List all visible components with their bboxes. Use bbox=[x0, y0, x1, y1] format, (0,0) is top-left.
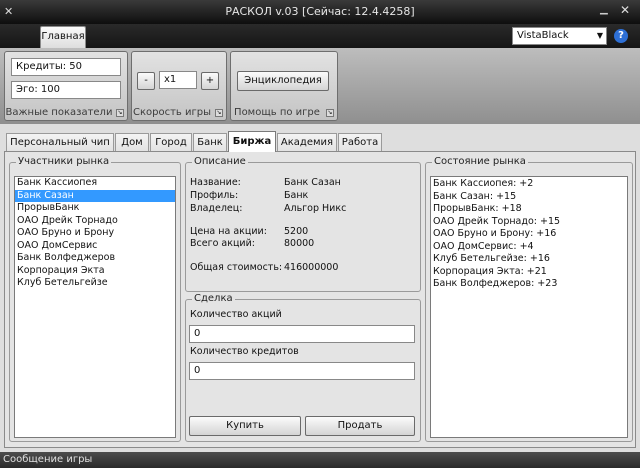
ego-field: Эго: 100 bbox=[11, 81, 121, 99]
total-cost-label: Общая стоимость: bbox=[190, 262, 283, 273]
list-item[interactable]: ОАО Бруно и Брону bbox=[15, 227, 175, 240]
ribbon-tab-main[interactable]: Главная bbox=[40, 26, 86, 48]
list-item: Банк Сазан: +15 bbox=[433, 190, 517, 202]
list-item: ОАО Бруно и Брону: +16 bbox=[433, 228, 557, 239]
tab-exchange[interactable]: Биржа bbox=[228, 131, 276, 152]
theme-select-value: VistaBlack bbox=[517, 30, 569, 41]
market-state-list: Банк Кассиопея: +2 Банк Сазан: +15 ПрорывБ… bbox=[430, 176, 628, 438]
share-price-value: 5200 bbox=[284, 226, 309, 237]
group-label: Помощь по игре bbox=[234, 107, 320, 118]
deal-title: Сделка bbox=[192, 293, 235, 304]
shares-quantity-label: Количество акций bbox=[190, 309, 282, 320]
title-bar: ✕ РАСКОЛ v.03 [Сейчас: 12.4.4258] ▁ ✕ bbox=[0, 0, 640, 24]
list-item[interactable]: Банк Кассиопея bbox=[15, 177, 175, 190]
exchange-panel: Участники рынка Банк Кассиопея Банк Сазан… bbox=[4, 152, 636, 448]
tab-personal-chip[interactable]: Персональный чип bbox=[6, 133, 114, 152]
list-item[interactable]: Клуб Бетельгейзе bbox=[15, 277, 175, 290]
group-label: Скорость игры bbox=[133, 107, 211, 118]
window-title: РАСКОЛ v.03 [Сейчас: 12.4.4258] bbox=[225, 5, 415, 18]
speed-decrease-button[interactable]: - bbox=[137, 72, 155, 90]
list-item[interactable]: ПрорывБанк bbox=[15, 202, 175, 215]
market-state-group: Состояние рынка Банк Кассиопея: +2 Банк С… bbox=[425, 156, 633, 442]
speed-field[interactable]: x1 bbox=[159, 71, 197, 89]
tab-bank[interactable]: Банк bbox=[193, 133, 227, 152]
list-item: ОАО ДомСервис: +4 bbox=[433, 240, 534, 252]
market-participants-title: Участники рынка bbox=[16, 156, 112, 167]
group-label: Важные показатели bbox=[5, 107, 113, 118]
name-label: Название: bbox=[190, 177, 241, 188]
profile-label: Профиль: bbox=[190, 190, 239, 201]
list-item[interactable]: Банк Волфеджеров bbox=[15, 252, 175, 265]
key-stats-group: Кредиты: 50 Эго: 100 Важные показатели ↘ bbox=[4, 51, 128, 121]
list-item: ОАО Дрейк Торнадо: +15 bbox=[433, 215, 561, 227]
buy-button[interactable]: Купить bbox=[189, 416, 301, 436]
status-bar: Сообщение игры bbox=[0, 452, 640, 468]
list-item[interactable]: ОАО Дрейк Торнадо bbox=[15, 215, 175, 228]
total-shares-value: 80000 bbox=[284, 238, 315, 249]
list-item: ПрорывБанк: +18 bbox=[433, 203, 522, 214]
help-icon[interactable]: ? bbox=[614, 29, 628, 43]
credits-quantity-input[interactable]: 0 bbox=[189, 362, 415, 380]
credits-quantity-label: Количество кредитов bbox=[190, 346, 299, 357]
description-title: Описание bbox=[192, 156, 248, 167]
status-message: Сообщение игры bbox=[3, 454, 93, 465]
expand-group-icon[interactable]: ↘ bbox=[326, 109, 334, 117]
tab-home[interactable]: Дом bbox=[115, 133, 149, 152]
tab-work[interactable]: Работа bbox=[338, 133, 382, 152]
list-item[interactable]: ОАО ДомСервис bbox=[15, 240, 175, 253]
market-state-title: Состояние рынка bbox=[432, 156, 528, 167]
profile-value: Банк bbox=[284, 190, 309, 201]
list-item[interactable]: Банк Сазан bbox=[15, 189, 175, 202]
description-group: Описание Название: Банк Сазан Профиль: Б… bbox=[185, 156, 421, 292]
list-item: Клуб Бетельгейзе: +16 bbox=[433, 253, 550, 264]
market-state-items: Банк Кассиопея: +2 Банк Сазан: +15 ПрорывБ… bbox=[431, 178, 627, 291]
encyclopedia-button[interactable]: Энциклопедия bbox=[237, 71, 329, 91]
game-speed-group: - x1 + Скорость игры ↘ bbox=[131, 51, 227, 121]
help-group: Энциклопедия Помощь по игре ↘ bbox=[230, 51, 338, 121]
owner-label: Владелец: bbox=[190, 203, 243, 214]
name-value: Банк Сазан bbox=[284, 177, 341, 188]
speed-increase-button[interactable]: + bbox=[201, 72, 219, 90]
market-participants-group: Участники рынка Банк Кассиопея Банк Сазан… bbox=[9, 156, 181, 442]
tab-city[interactable]: Город bbox=[150, 133, 192, 152]
chevron-down-icon: ▼ bbox=[596, 31, 603, 40]
sell-button[interactable]: Продать bbox=[305, 416, 415, 436]
market-participants-list[interactable]: Банк Кассиопея Банк Сазан ПрорывБанк ОАО Др… bbox=[14, 176, 176, 438]
list-item: Корпорация Экта: +21 bbox=[433, 265, 547, 277]
total-cost-value: 416000000 bbox=[284, 262, 339, 273]
list-item: Банк Кассиопея: +2 bbox=[433, 178, 534, 189]
tab-academy[interactable]: Академия bbox=[277, 133, 337, 152]
theme-select[interactable]: VistaBlack ▼ bbox=[512, 27, 607, 45]
expand-group-icon[interactable]: ↘ bbox=[116, 109, 124, 117]
owner-value: Альгор Никс bbox=[284, 203, 347, 214]
list-item: Банк Волфеджеров: +23 bbox=[433, 278, 558, 289]
share-price-label: Цена на акции: bbox=[190, 226, 267, 237]
participants-items: Банк Кассиопея Банк Сазан ПрорывБанк ОАО Др… bbox=[15, 177, 175, 290]
list-item[interactable]: Корпорация Экта bbox=[15, 265, 175, 278]
expand-group-icon[interactable]: ↘ bbox=[215, 109, 223, 117]
credits-field: Кредиты: 50 bbox=[11, 58, 121, 76]
minimize-button[interactable]: ▁ bbox=[600, 4, 612, 18]
deal-group: Сделка Количество акций 0 Количество кре… bbox=[185, 293, 421, 442]
shares-quantity-input[interactable]: 0 bbox=[189, 325, 415, 343]
close-button[interactable]: ✕ bbox=[620, 3, 634, 19]
total-shares-label: Всего акций: bbox=[190, 238, 255, 249]
